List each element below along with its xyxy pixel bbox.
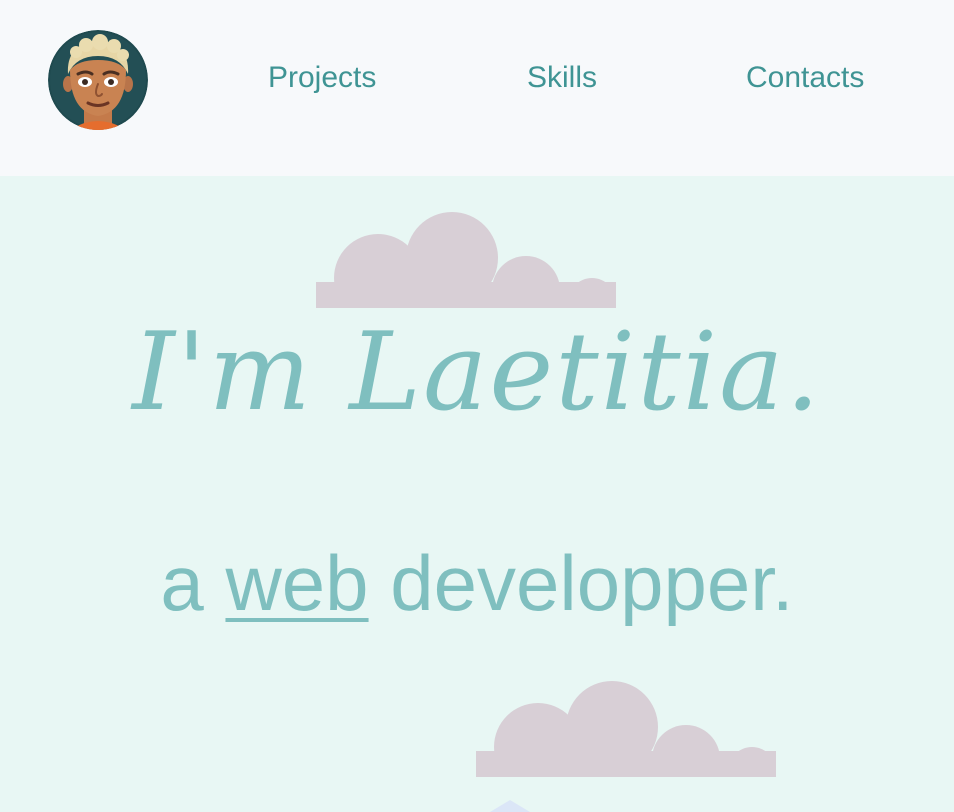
avatar[interactable] bbox=[48, 30, 148, 130]
nav-link-skills[interactable]: Skills bbox=[527, 60, 597, 96]
hero-headline: I'm Laetitia. bbox=[132, 310, 822, 435]
nav-link-projects[interactable]: Projects bbox=[268, 60, 376, 96]
cloud-icon bbox=[476, 681, 776, 777]
site-header: Projects Skills Contacts bbox=[0, 0, 954, 176]
cloud-icon bbox=[316, 212, 616, 308]
cartoon-avatar-icon bbox=[48, 30, 148, 130]
web-link[interactable]: web bbox=[225, 539, 368, 627]
hero-section: I'm Laetitia. a web developper. bbox=[0, 176, 954, 812]
decorative-shape-icon bbox=[490, 800, 530, 812]
subline-suffix: developper. bbox=[368, 539, 794, 627]
hero-subline: a web developper. bbox=[0, 538, 954, 628]
nav-link-contacts[interactable]: Contacts bbox=[746, 60, 864, 96]
subline-prefix: a bbox=[160, 539, 226, 627]
